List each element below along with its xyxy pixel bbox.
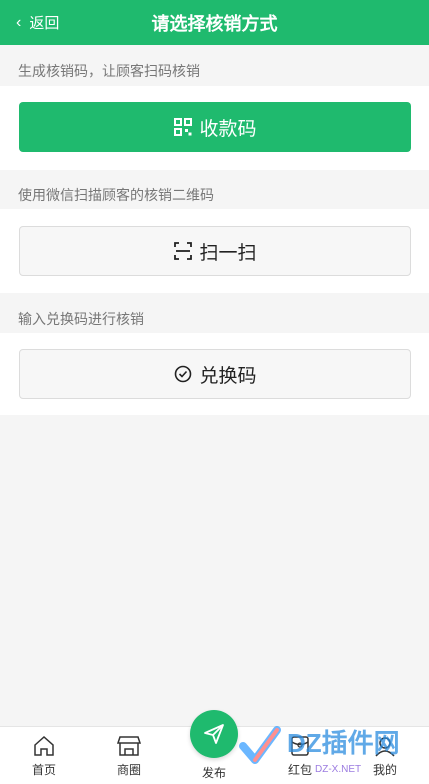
tab-mall[interactable]: 商圈 [99,735,159,778]
scan-section-label: 使用微信扫描顾客的核销二维码 [18,187,214,203]
send-icon [204,724,224,744]
redeem-code-label: 兑换码 [199,365,257,387]
scan-label: 扫一扫 [199,242,257,264]
shop-icon [116,736,142,756]
qr-code-icon [174,118,193,136]
scan-icon [174,242,193,260]
redeem-code-button[interactable]: 兑换码 [19,349,411,399]
header-bar: ‹ 返回 请选择核销方式 [0,0,429,45]
redeem-section-label: 输入兑换码进行核销 [18,311,144,327]
back-button[interactable]: ‹ 返回 [16,0,59,45]
red-packet-icon [291,736,309,756]
publish-button[interactable] [190,710,238,758]
tab-home-label: 首页 [31,763,56,777]
tab-redpacket[interactable]: 红包 [270,735,330,778]
generate-section-label: 生成核销码，让顾客扫码核销 [18,63,200,79]
tab-mine[interactable]: 我的 [355,735,415,778]
scan-button[interactable]: 扫一扫 [19,226,411,276]
chevron-left-icon: ‹ [16,13,22,31]
tab-mall-label: 商圈 [116,763,141,777]
payment-code-button[interactable]: 收款码 [19,102,411,152]
publish-label: 发布 [201,766,226,780]
page-title: 请选择核销方式 [151,13,278,34]
tab-home[interactable]: 首页 [14,735,74,778]
tab-redpacket-label: 红包 [287,763,312,777]
back-label: 返回 [29,15,60,32]
home-icon [34,735,54,756]
tab-mine-label: 我的 [372,763,397,777]
payment-code-label: 收款码 [199,118,257,140]
check-badge-icon [175,365,192,383]
user-icon [375,737,395,757]
